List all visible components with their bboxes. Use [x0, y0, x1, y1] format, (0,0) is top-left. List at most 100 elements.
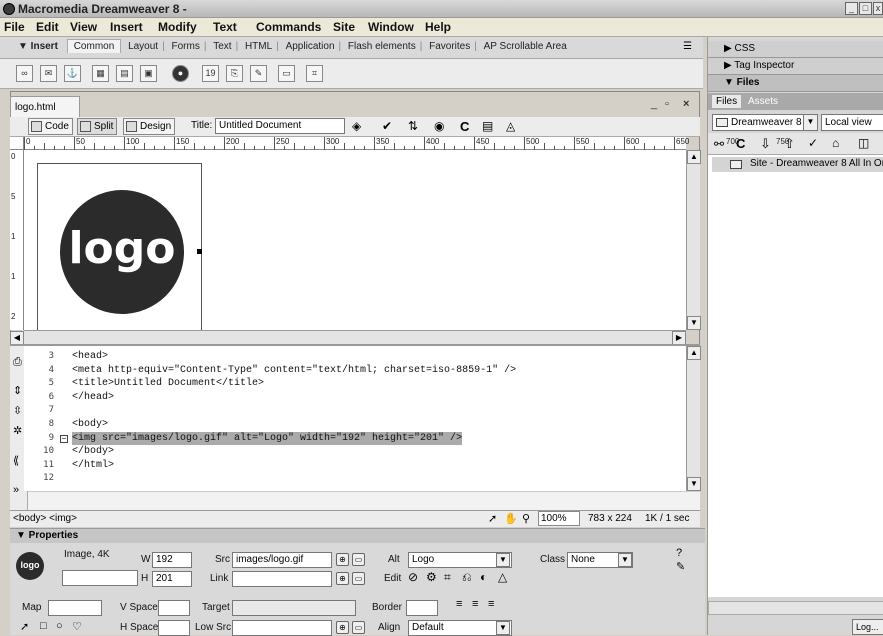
menu-file[interactable]: File: [4, 20, 25, 34]
design-vscroll[interactable]: ▲ ▼: [686, 150, 701, 330]
menu-insert[interactable]: Insert: [110, 20, 143, 34]
tab-common[interactable]: Common: [66, 39, 122, 53]
get-files-icon[interactable]: ⇩: [760, 136, 771, 152]
tab-layout[interactable]: Layout: [124, 41, 162, 52]
open-documents-icon[interactable]: ⎙: [13, 356, 22, 369]
date-icon[interactable]: 19: [202, 65, 219, 82]
insert-bar-title[interactable]: ▼ Insert: [18, 41, 58, 52]
quick-tag-editor-icon[interactable]: ✎: [676, 560, 685, 573]
code-line[interactable]: [72, 472, 516, 486]
no-browser-check-errors-icon[interactable]: ◈: [352, 119, 361, 133]
tab-files[interactable]: Files: [712, 95, 742, 108]
tab-text[interactable]: Text: [209, 41, 235, 52]
menu-window[interactable]: Window: [368, 20, 414, 34]
code-text[interactable]: <head> <meta http-equiv="Content-Type" co…: [72, 350, 516, 486]
hspace-field[interactable]: [158, 620, 190, 636]
image-name-field[interactable]: [62, 570, 138, 586]
sharpen-icon[interactable]: △: [498, 570, 507, 584]
doc-minimize-icon[interactable]: _: [651, 98, 657, 110]
tab-favorites[interactable]: Favorites: [425, 41, 474, 52]
document-tab[interactable]: logo.html: [10, 96, 80, 118]
zoom-select[interactable]: 100%: [538, 511, 580, 526]
maximize-button[interactable]: □: [859, 2, 872, 15]
border-field[interactable]: [406, 600, 438, 616]
table-icon[interactable]: ▦: [92, 65, 109, 82]
align-center-icon[interactable]: ≡: [472, 598, 478, 610]
css-panel-header[interactable]: ▶ CSS: [708, 41, 883, 58]
code-line[interactable]: <meta http-equiv="Content-Type" content=…: [72, 364, 516, 378]
menu-modify[interactable]: Modify: [158, 20, 197, 34]
circle-hotspot-icon[interactable]: ○: [56, 620, 63, 632]
logo-image[interactable]: logo: [37, 163, 202, 333]
point-to-file-icon[interactable]: ⊕: [336, 553, 349, 566]
site-select[interactable]: Dreamweaver 8 ▼: [712, 114, 818, 131]
edit-image-icon[interactable]: ⊘: [408, 570, 418, 584]
code-line[interactable]: </body>: [72, 445, 516, 459]
validate-markup-icon[interactable]: ✔: [382, 119, 392, 133]
tag-selector[interactable]: <body> <img>: [13, 513, 77, 524]
resize-handle[interactable]: [197, 249, 202, 254]
help-icon[interactable]: ?: [676, 547, 682, 559]
tree-item-site[interactable]: Site - Dreamweaver 8 All In One: [712, 157, 883, 172]
resample-icon[interactable]: ⎌: [462, 570, 472, 585]
scroll-down-arrow[interactable]: ▼: [687, 316, 701, 330]
select-parent-tag-icon[interactable]: ⟪: [13, 454, 19, 467]
window-size-select[interactable]: 783 x 224: [588, 513, 632, 524]
expand-all-icon[interactable]: ✲: [13, 424, 22, 437]
code-line[interactable]: <title>Untitled Document</title>: [72, 377, 516, 391]
tab-assets[interactable]: Assets: [748, 96, 778, 107]
tab-application[interactable]: Application: [282, 41, 339, 52]
code-hscroll[interactable]: [28, 491, 700, 510]
code-line[interactable]: <body>: [72, 418, 516, 432]
polygon-hotspot-icon[interactable]: ♡: [72, 620, 82, 633]
align-left-icon[interactable]: ≡: [456, 598, 462, 610]
refresh-design-view-icon[interactable]: C: [460, 119, 469, 134]
menu-text[interactable]: Text: [213, 20, 237, 34]
optimize-icon[interactable]: ⚙: [426, 570, 437, 584]
alt-dropdown-icon[interactable]: ▼: [496, 553, 510, 567]
collapse-selection-icon[interactable]: ⇳: [13, 404, 22, 417]
properties-header[interactable]: ▼ Properties: [10, 529, 705, 543]
templates-icon[interactable]: ▭: [278, 65, 295, 82]
link-field[interactable]: [232, 571, 332, 587]
code-vscroll[interactable]: ▲ ▼: [686, 346, 701, 491]
align-dropdown-icon[interactable]: ▼: [496, 621, 510, 635]
expand-icon[interactable]: ◫: [858, 136, 869, 150]
div-icon[interactable]: ▤: [116, 65, 133, 82]
brightness-contrast-icon[interactable]: ◐: [480, 570, 487, 584]
code-line[interactable]: <head>: [72, 350, 516, 364]
design-view-button[interactable]: Design: [123, 118, 176, 135]
low-src-field[interactable]: [232, 620, 332, 636]
tag-inspector-panel-header[interactable]: ▶ Tag Inspector: [708, 58, 883, 75]
tab-html[interactable]: HTML: [241, 41, 276, 52]
files-hscroll[interactable]: [708, 601, 883, 615]
scroll-left-arrow[interactable]: ◀: [10, 331, 24, 345]
connect-icon[interactable]: ⚯: [714, 137, 724, 151]
collapse-toggle-icon[interactable]: −: [60, 435, 68, 443]
close-button[interactable]: x: [873, 2, 883, 15]
target-select[interactable]: [232, 600, 356, 616]
browse-folder-icon[interactable]: ▭: [352, 621, 365, 634]
media-icon[interactable]: ●: [172, 65, 189, 82]
check-in-icon[interactable]: ⌂: [832, 136, 839, 150]
tag-chooser-icon[interactable]: ⌗: [306, 65, 323, 82]
menu-site[interactable]: Site: [333, 20, 355, 34]
log-button[interactable]: Log...: [852, 619, 883, 635]
files-panel-header[interactable]: ▼ Files: [708, 75, 883, 92]
doc-close-icon[interactable]: ×: [683, 98, 689, 110]
view-select[interactable]: Local view: [821, 114, 883, 131]
height-field[interactable]: 201: [152, 571, 192, 587]
more-tools-icon[interactable]: »: [13, 484, 19, 496]
rectangle-hotspot-icon[interactable]: □: [40, 620, 47, 632]
file-management-icon[interactable]: ⇅: [408, 119, 418, 133]
menu-view[interactable]: View: [70, 20, 97, 34]
view-options-icon[interactable]: ▤: [482, 119, 493, 133]
split-view-button[interactable]: Split: [77, 118, 118, 135]
pointer-hotspot-icon[interactable]: ➚: [20, 620, 29, 633]
server-side-include-icon[interactable]: ⎘: [226, 65, 243, 82]
zoom-tool-icon[interactable]: ⚲: [522, 512, 530, 525]
tab-flash-elements[interactable]: Flash elements: [344, 41, 420, 52]
scroll-right-arrow[interactable]: ▶: [672, 331, 686, 345]
code-line[interactable]: <img src="images/logo.gif" alt="Logo" wi…: [72, 431, 463, 446]
align-right-icon[interactable]: ≡: [488, 598, 494, 610]
